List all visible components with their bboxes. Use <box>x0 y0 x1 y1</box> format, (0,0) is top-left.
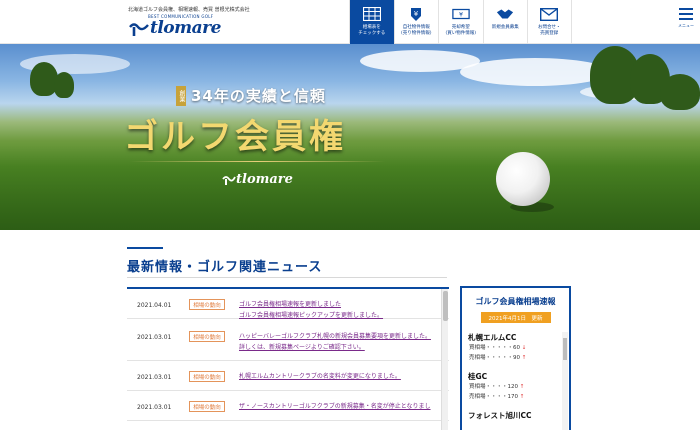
hamburger-menu-button[interactable]: メニュー <box>676 8 696 34</box>
nav-own-listings[interactable]: ¥ 自社物件情報 (売り物件情報) <box>393 0 439 44</box>
quote-list: 札幌エルムCC 買相場・・・・・60 ↓ 売相場・・・・・90 ↑ 桂GC 買相… <box>468 332 560 421</box>
menu-icon-bar <box>679 18 693 20</box>
trend-arrow-icon: ↓ <box>521 345 527 351</box>
table-icon <box>362 6 381 22</box>
founding-badge: 創業 <box>176 85 186 106</box>
logo-wave-icon <box>129 22 149 36</box>
golf-ball-image <box>496 152 550 206</box>
buy-price: 買相場・・・・・60 ↓ <box>469 345 527 351</box>
nav-check-table[interactable]: 相場表を チェックする <box>349 0 394 44</box>
sell-price: 売相場・・・・・90 ↑ <box>469 355 527 361</box>
nav-contact[interactable]: お問合せ・ 売買登録 <box>527 0 572 44</box>
trend-arrow-icon: ↑ <box>519 394 525 400</box>
news-item: 2021.03.01 相場の動向 札幌エルムカントリークラブの名変料が変更になり… <box>127 361 449 391</box>
news-link[interactable]: ゴルフ会員権相場速報を更新しました ゴルフ会員権相場速報ピックアップを更新しまし… <box>239 299 434 321</box>
menu-icon-bar <box>679 8 693 10</box>
scrollbar-thumb[interactable] <box>563 338 567 360</box>
svg-text:¥: ¥ <box>459 12 463 19</box>
nav-label: 相場表を チェックする <box>358 25 386 36</box>
main-nav: 相場表を チェックする ¥ 自社物件情報 (売り物件情報) ¥ 売却希望 (買い… <box>349 0 572 44</box>
quote-scrollbar[interactable] <box>562 332 568 430</box>
news-list[interactable]: 2021.04.01 相場の動向 ゴルフ会員権相場速報を更新しました ゴルフ会員… <box>127 287 449 430</box>
price-quote-panel: ゴルフ会員権相場速報 2021年4月1日 更新 札幌エルムCC 買相場・・・・・… <box>460 286 571 430</box>
quote-update-date: 2021年4月1日 更新 <box>480 312 551 323</box>
hero-tagline: 創業 34年の実績と信頼 <box>176 85 326 106</box>
news-link[interactable]: 札幌エルムカントリークラブの名変料が変更になりました。 <box>239 371 434 382</box>
course-name[interactable]: フォレスト旭川CC <box>468 410 560 421</box>
news-scrollbar[interactable] <box>441 289 448 430</box>
nav-new-members[interactable]: 新規会員募集 <box>482 0 528 44</box>
quote-title: ゴルフ会員権相場速報 <box>475 297 556 306</box>
news-accent-bar <box>127 247 163 249</box>
handshake-icon <box>496 6 514 22</box>
logo-tagline: 北海道ゴルフ会員権、相場速報、売買 曽根光株式会社 <box>128 7 250 13</box>
hero-line1: 34年の実績と信頼 <box>191 87 326 105</box>
nav-sell-request[interactable]: ¥ 売却希望 (買い物件情報) <box>438 0 483 44</box>
trend-arrow-icon: ↑ <box>521 355 527 361</box>
buy-price: 買相場・・・・120 ↑ <box>469 384 525 390</box>
menu-icon-bar <box>679 13 693 15</box>
course-name[interactable]: 札幌エルムCC <box>468 332 560 343</box>
hero-divider <box>130 161 385 162</box>
news-category-badge: 相場の動向 <box>189 299 225 310</box>
nav-label: 売却希望 (買い物件情報) <box>445 25 476 36</box>
news-category-badge: 相場の動向 <box>189 401 225 412</box>
news-underline <box>127 277 447 278</box>
news-category-badge: 相場の動向 <box>189 371 225 382</box>
banknote-icon: ¥ <box>452 6 470 22</box>
news-link[interactable]: ザ・ノースカントリーゴルフクラブの新規募集・名変が停止となりまし <box>239 401 434 412</box>
sell-price: 売相場・・・・170 ↑ <box>469 394 525 400</box>
course-name[interactable]: 桂GC <box>468 371 560 382</box>
news-section-header: 最新情報・ゴルフ関連ニュース <box>127 247 447 278</box>
site-logo[interactable]: 北海道ゴルフ会員権、相場速報、売買 曽根光株式会社 BEST COMMUNICA… <box>128 6 250 37</box>
scrollbar-thumb[interactable] <box>443 291 448 321</box>
hero-logo: tlomare <box>222 172 293 187</box>
news-date: 2021.04.01 <box>137 302 172 309</box>
news-section-title: 最新情報・ゴルフ関連ニュース <box>127 260 323 275</box>
logo-wave-icon <box>222 175 236 185</box>
trend-arrow-icon: ↑ <box>519 384 525 390</box>
news-item: 2021.04.01 相場の動向 ゴルフ会員権相場速報を更新しました ゴルフ会員… <box>127 289 449 319</box>
news-date: 2021.03.01 <box>137 404 172 411</box>
hero-title: ゴルフ会員権 <box>124 117 346 157</box>
logo-text: tlomare <box>150 18 221 38</box>
news-date: 2021.03.01 <box>137 374 172 381</box>
svg-text:¥: ¥ <box>414 10 419 18</box>
news-date: 2021.03.01 <box>137 334 172 341</box>
news-link[interactable]: ハッピーバレーゴルフクラブ札幌の新規会員募集要項を更新しました。詳しくは、新規募… <box>239 331 434 353</box>
hero-banner: 創業 34年の実績と信頼 ゴルフ会員権 tlomare <box>0 44 700 230</box>
nav-label: 新規会員募集 <box>491 25 519 30</box>
mail-icon <box>540 6 559 22</box>
news-item: 2021.03.01 相場の動向 ザ・ノースカントリーゴルフクラブの新規募集・名… <box>127 391 449 421</box>
tag-yen-icon: ¥ <box>407 6 425 22</box>
nav-label: お問合せ・ 売買登録 <box>538 25 561 36</box>
news-item: 2021.03.01 相場の動向 ハッピーバレーゴルフクラブ札幌の新規会員募集要… <box>127 319 449 361</box>
logo-mark: tlomare <box>128 20 250 37</box>
news-category-badge: 相場の動向 <box>189 331 225 342</box>
nav-label: 自社物件情報 (売り物件情報) <box>400 25 432 36</box>
site-header: 北海道ゴルフ会員権、相場速報、売買 曽根光株式会社 BEST COMMUNICA… <box>0 0 700 44</box>
hero-logo-text: tlomare <box>236 172 293 187</box>
menu-label: メニュー <box>678 23 694 28</box>
